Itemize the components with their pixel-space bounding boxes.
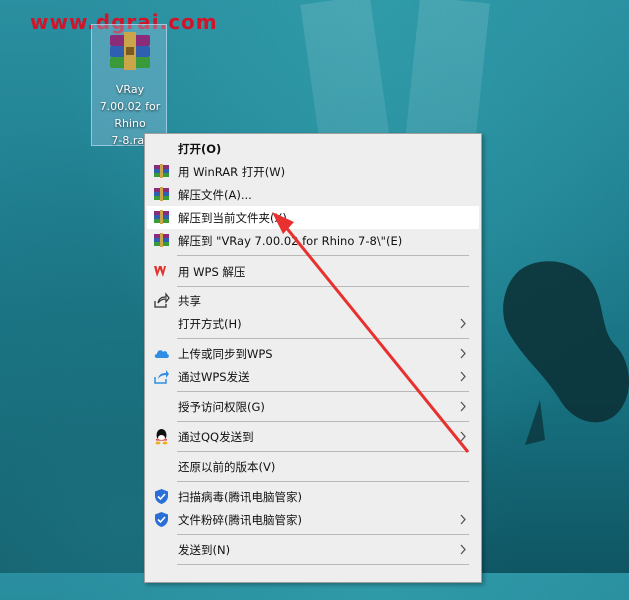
- chevron-right-icon: [460, 348, 466, 359]
- menu-separator: [177, 338, 469, 339]
- desktop-file-icon[interactable]: VRay 7.00.02 for Rhino 7-8.rar: [91, 24, 167, 147]
- menu-item-send-wps[interactable]: 通过WPS发送: [147, 365, 479, 388]
- menu-item-label: 解压文件(A)...: [178, 188, 252, 202]
- cloud-icon: [154, 350, 169, 358]
- menu-item-label: 解压到当前文件夹(X): [178, 211, 287, 225]
- menu-item-grant-access[interactable]: 授予访问权限(G): [147, 395, 479, 418]
- menu-item-extract-to-folder[interactable]: 解压到 "VRay 7.00.02 for Rhino 7-8\"(E): [147, 229, 479, 252]
- menu-item-label: 发送到(N): [178, 543, 231, 557]
- diver-silhouette: [503, 261, 629, 445]
- menu-item-send-to[interactable]: 发送到(N): [147, 538, 479, 561]
- menu-item-label: 还原以前的版本(V): [178, 460, 276, 474]
- qq-icon: [155, 429, 168, 445]
- send-icon: [154, 370, 169, 384]
- context-menu: 打开(O) 用 WinRAR 打开(W) 解压文件(A)... 解压到当前文件夹…: [144, 133, 482, 583]
- wps-icon: [154, 266, 166, 277]
- menu-item-extract-files[interactable]: 解压文件(A)...: [147, 183, 479, 206]
- winrar-icon: [154, 164, 169, 178]
- menu-item-label: 用 WinRAR 打开(W): [178, 165, 286, 179]
- chevron-right-icon: [460, 544, 466, 555]
- chevron-right-icon: [460, 401, 466, 412]
- menu-separator: [177, 534, 469, 535]
- chevron-right-icon: [460, 514, 466, 525]
- label-line: 7.00.02 for: [99, 100, 161, 113]
- menu-item-label: 上传或同步到WPS: [178, 347, 273, 361]
- chevron-right-icon: [460, 431, 466, 442]
- menu-item-upload-wps[interactable]: 上传或同步到WPS: [147, 342, 479, 365]
- menu-item-label: 文件粉碎(腾讯电脑管家): [178, 513, 302, 527]
- menu-separator: [177, 391, 469, 392]
- winrar-icon: [154, 187, 169, 201]
- menu-item-send-qq[interactable]: 通过QQ发送到: [147, 425, 479, 448]
- menu-item-label: 授予访问权限(G): [178, 400, 265, 414]
- winrar-icon: [154, 233, 169, 247]
- menu-item-shred-file[interactable]: 文件粉碎(腾讯电脑管家): [147, 508, 479, 531]
- menu-item-label: 解压到 "VRay 7.00.02 for Rhino 7-8\"(E): [178, 234, 403, 248]
- chevron-right-icon: [460, 318, 466, 329]
- menu-separator: [177, 451, 469, 452]
- menu-item-label: 通过QQ发送到: [178, 430, 254, 444]
- menu-item-wps-extract[interactable]: 用 WPS 解压: [147, 260, 479, 283]
- label-line: VRay: [115, 83, 145, 96]
- menu-item-open-with[interactable]: 打开方式(H): [147, 312, 479, 335]
- winrar-archive-icon: [110, 32, 150, 70]
- menu-item-open-with-winrar[interactable]: 用 WinRAR 打开(W): [147, 160, 479, 183]
- menu-item-label: 通过WPS发送: [178, 370, 250, 384]
- menu-separator: [177, 421, 469, 422]
- shield-icon: [155, 512, 168, 527]
- chevron-right-icon: [460, 371, 466, 382]
- menu-separator: [177, 286, 469, 287]
- menu-item-open[interactable]: 打开(O): [147, 137, 479, 160]
- menu-item-scan-virus[interactable]: 扫描病毒(腾讯电脑管家): [147, 485, 479, 508]
- menu-item-label: 共享: [178, 294, 201, 308]
- menu-item-label: 打开(O): [178, 142, 222, 156]
- menu-separator: [177, 564, 469, 565]
- winrar-icon: [154, 210, 169, 224]
- menu-item-label: 用 WPS 解压: [178, 265, 246, 279]
- menu-item-label: 打开方式(H): [178, 317, 242, 331]
- label-line: Rhino: [114, 117, 146, 130]
- shield-icon: [155, 489, 168, 504]
- menu-item-label: 扫描病毒(腾讯电脑管家): [178, 490, 302, 504]
- menu-item-restore-versions[interactable]: 还原以前的版本(V): [147, 455, 479, 478]
- menu-separator: [177, 481, 469, 482]
- share-icon: [154, 292, 170, 308]
- menu-item-share[interactable]: 共享: [147, 289, 479, 312]
- menu-separator: [177, 255, 469, 256]
- menu-item-extract-here[interactable]: 解压到当前文件夹(X): [147, 206, 479, 229]
